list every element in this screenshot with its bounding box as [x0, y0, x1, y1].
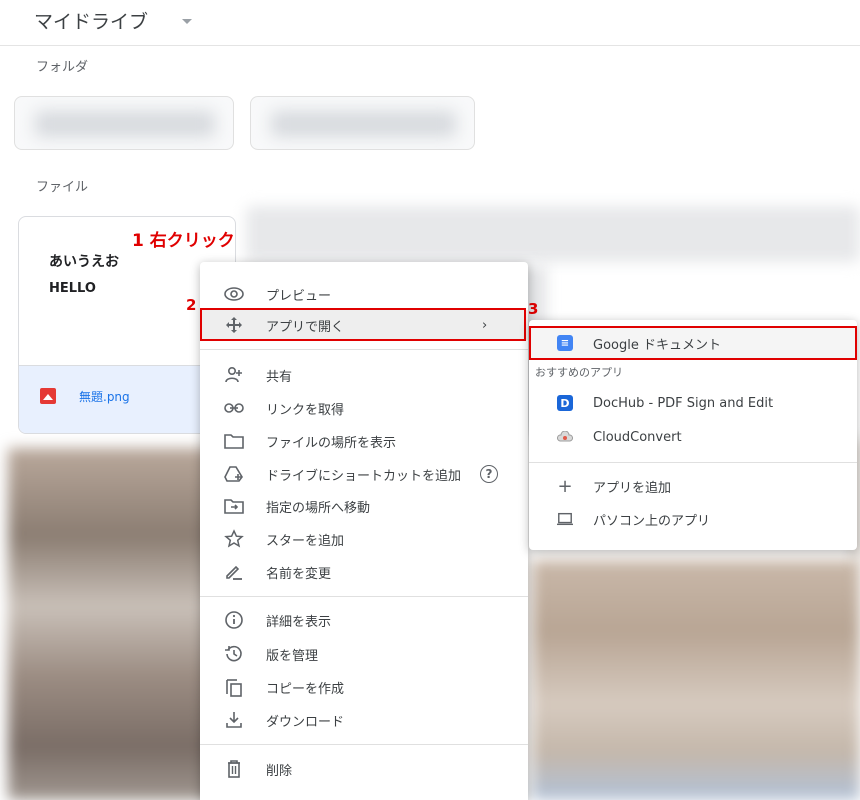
- submenu-item-add-app[interactable]: + アプリを追加: [529, 471, 857, 501]
- menu-label: 指定の場所へ移動: [266, 500, 371, 516]
- menu-label: コピーを作成: [266, 681, 345, 697]
- menu-label: スターを追加: [266, 533, 345, 549]
- submenu-label: DocHub - PDF Sign and Edit: [593, 395, 774, 411]
- menu-item-get-link[interactable]: リンクを取得: [200, 393, 528, 423]
- header: マイドライブ: [0, 0, 860, 46]
- person-add-icon: [224, 365, 244, 385]
- menu-label: プレビュー: [266, 288, 332, 304]
- laptop-icon: [557, 511, 573, 527]
- submenu-label: アプリを追加: [593, 480, 672, 496]
- preview-text-line2: HELLO: [49, 281, 96, 296]
- preview-text-line1: あいうえお: [49, 254, 119, 270]
- image-file-icon: [40, 388, 56, 404]
- submenu-label: CloudConvert: [593, 429, 682, 445]
- files-section-label: ファイル: [36, 180, 89, 195]
- highlight-open-with: [200, 308, 526, 341]
- star-icon: [224, 529, 244, 549]
- menu-label: 削除: [266, 763, 293, 779]
- folder-icon: [224, 431, 244, 451]
- copy-icon: [224, 677, 244, 697]
- menu-divider: [200, 349, 528, 350]
- menu-label: ダウンロード: [266, 714, 345, 730]
- menu-item-show-location[interactable]: ファイルの場所を表示: [200, 426, 528, 456]
- folder-card[interactable]: [250, 96, 475, 150]
- menu-item-rename[interactable]: 名前を変更: [200, 557, 528, 587]
- annotation-step2: 2: [186, 296, 197, 314]
- menu-divider: [529, 462, 857, 463]
- open-with-submenu: ≡ Google ドキュメント おすすめのアプリ D DocHub - PDF …: [529, 320, 857, 550]
- menu-item-make-copy[interactable]: コピーを作成: [200, 672, 528, 702]
- chevron-down-icon[interactable]: [182, 19, 192, 24]
- menu-divider: [200, 744, 528, 745]
- menu-label: ファイルの場所を表示: [266, 435, 397, 451]
- dochub-icon: D: [557, 395, 573, 411]
- submenu-item-desktop-apps[interactable]: パソコン上のアプリ: [529, 504, 857, 534]
- annotation-step3: 3: [528, 300, 539, 318]
- menu-item-manage-versions[interactable]: 版を管理: [200, 639, 528, 669]
- menu-label: 共有: [266, 369, 293, 385]
- context-menu: プレビュー アプリで開く › 共有 リンクを取得 ファイルの場所を表示 ドライブ…: [200, 262, 528, 800]
- file-name: 無題.png: [79, 390, 130, 404]
- menu-label: ドライブにショートカットを追加: [266, 468, 462, 484]
- menu-item-details[interactable]: 詳細を表示: [200, 605, 528, 635]
- menu-label: 名前を変更: [266, 566, 332, 582]
- info-icon: [224, 610, 244, 630]
- menu-label: 版を管理: [266, 648, 319, 664]
- menu-item-delete[interactable]: 削除: [200, 754, 528, 784]
- plus-icon: +: [557, 475, 573, 497]
- submenu-label: パソコン上のアプリ: [593, 513, 711, 529]
- eye-icon: [224, 284, 244, 304]
- page-title: マイドライブ: [34, 11, 149, 33]
- history-icon: [224, 644, 244, 664]
- annotation-step1: 1 右クリック: [132, 231, 235, 251]
- menu-label: リンクを取得: [266, 402, 345, 418]
- cloudconvert-icon: [557, 429, 573, 445]
- submenu-item-dochub[interactable]: D DocHub - PDF Sign and Edit: [529, 388, 857, 418]
- menu-item-download[interactable]: ダウンロード: [200, 705, 528, 735]
- menu-item-share[interactable]: 共有: [200, 360, 528, 390]
- recommended-apps-header: おすすめのアプリ: [535, 366, 623, 379]
- menu-item-add-star[interactable]: スターを追加: [200, 524, 528, 554]
- my-drive-title[interactable]: マイドライブ: [34, 7, 192, 34]
- menu-item-preview[interactable]: プレビュー: [200, 279, 528, 309]
- blurred-file-card[interactable]: [246, 206, 860, 262]
- blurred-thumbnail[interactable]: [532, 560, 860, 800]
- highlight-google-docs: [529, 326, 857, 360]
- help-icon[interactable]: ?: [480, 465, 498, 483]
- trash-icon: [224, 759, 244, 779]
- menu-label: 詳細を表示: [266, 614, 332, 630]
- menu-item-add-shortcut[interactable]: ドライブにショートカットを追加 ?: [200, 459, 528, 489]
- menu-item-move-to[interactable]: 指定の場所へ移動: [200, 491, 528, 521]
- folder-card[interactable]: [14, 96, 234, 150]
- menu-divider: [200, 596, 528, 597]
- submenu-item-cloudconvert[interactable]: CloudConvert: [529, 422, 857, 452]
- drive-shortcut-icon: [224, 464, 244, 484]
- folders-section-label: フォルダ: [36, 60, 89, 75]
- download-icon: [224, 710, 244, 730]
- move-to-folder-icon: [224, 496, 244, 516]
- pencil-icon: [224, 562, 244, 582]
- link-icon: [224, 398, 244, 418]
